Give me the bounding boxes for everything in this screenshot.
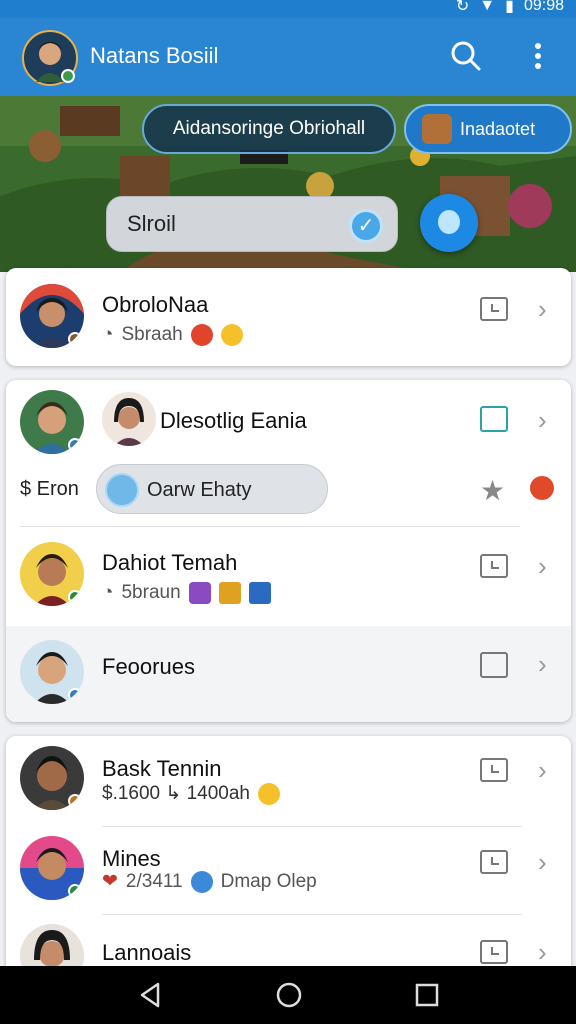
contact-name: Dahiot Temah (102, 550, 238, 575)
contact-card: ObrolоNaa ◔ Sbraah › (6, 268, 571, 366)
contact-card: Dlesotlig Eania › $ Eron Oarw Ehaty ★ Da… (6, 380, 571, 722)
profile-avatar[interactable] (22, 30, 78, 86)
shield-icon (248, 582, 271, 604)
calendar-icon[interactable] (480, 652, 508, 678)
chevron-right-icon[interactable]: › (538, 849, 554, 875)
chevron-right-icon[interactable]: › (538, 757, 554, 783)
reaction-icon[interactable] (530, 476, 554, 500)
contact-name: Feoorues (102, 654, 195, 679)
contact-subtitle-extra: Dmap Olep (220, 870, 317, 892)
chevron-right-icon[interactable]: › (538, 296, 554, 322)
game-chip-secondary-label: Inadaotet (460, 118, 536, 139)
note-icon[interactable] (480, 940, 508, 964)
avatar-secondary (102, 392, 156, 446)
action-fab-button[interactable] (420, 194, 478, 252)
contact-name: Lannoais (102, 940, 192, 965)
status-badge (68, 794, 82, 808)
search-icon[interactable] (448, 38, 484, 74)
app-title: Natans Bosiil (90, 43, 219, 68)
search-icon (105, 473, 139, 507)
divider (20, 526, 520, 527)
list-item[interactable]: Mines ❤ 2/3411 Dmap Olep › (6, 828, 571, 916)
smile-emoji-icon (220, 324, 243, 346)
game-chip-primary[interactable]: Aidansoringe Obriohall (142, 104, 396, 154)
chevron-right-icon[interactable]: › (538, 407, 554, 433)
contact-subtitle-text: 2/3411 (125, 870, 183, 892)
avatar (20, 836, 84, 900)
avatar (20, 542, 84, 606)
status-badge (68, 590, 82, 604)
note-icon[interactable] (480, 554, 508, 578)
contact-subtitle: ◔ 5brаun (102, 582, 271, 604)
recents-icon[interactable] (412, 980, 442, 1010)
banner-search-field[interactable]: Slroil ✓ (106, 196, 398, 252)
filter-pill-label: Oarw Ehaty (147, 479, 252, 501)
sync-icon: ↻ (455, 0, 470, 15)
calendar-icon[interactable] (480, 406, 508, 432)
chevron-right-icon[interactable]: › (538, 939, 554, 965)
contact-name: Bask Tennin (102, 756, 222, 781)
battery-icon: ▮ (505, 0, 514, 15)
status-icons: ↻ ▼ ▮ 09:98 (456, 0, 564, 16)
avatar (20, 284, 84, 348)
list-item[interactable]: $ Eron Oarw Ehaty ★ (6, 460, 571, 526)
divider (102, 826, 522, 827)
contact-name: Mines (102, 846, 161, 871)
contact-name: ObrolоNaa (102, 292, 209, 317)
contact-subtitle: ❤ 2/3411 Dmap Olep (102, 870, 317, 893)
game-banner: Aidansoringe Obriohall Inadaotet Slroil … (0, 96, 576, 272)
system-nav-bar (0, 966, 576, 1024)
contact-subtitle: ◔ Sbraah (102, 324, 243, 346)
contact-subtitle-text: 5brаun (121, 582, 181, 603)
angry-emoji-icon (190, 324, 213, 346)
contact-subtitle-text: $.1600 ↳ 1400ah (102, 783, 250, 804)
contact-name: Dlesotlig Eania (160, 408, 307, 433)
status-badge (68, 332, 82, 346)
gem-icon (188, 582, 211, 604)
price-label: $ Eron (20, 478, 79, 500)
activity-icon: ◔ (102, 324, 114, 345)
app-bar: Natans Bosiil (0, 18, 576, 96)
avatar (20, 640, 84, 704)
note-icon[interactable] (480, 297, 508, 321)
activity-icon: ◔ (102, 582, 114, 603)
star-icon[interactable]: ★ (480, 474, 505, 507)
check-icon[interactable]: ✓ (349, 209, 383, 243)
more-options-icon[interactable] (526, 40, 550, 72)
chevron-right-icon[interactable]: › (538, 651, 554, 677)
list-item[interactable]: Bask Tennin $.1600 ↳ 1400ah › (6, 736, 571, 826)
wifi-icon: ▼ (479, 0, 496, 14)
location-icon (190, 870, 213, 893)
banner-search-value: Slroil (127, 211, 176, 236)
status-bar: ↻ ▼ ▮ 09:98 (0, 0, 576, 18)
status-time: 09:98 (523, 0, 564, 14)
contact-card: Bask Tennin $.1600 ↳ 1400ah › Mines ❤ 2/… (6, 736, 571, 988)
heart-icon: ❤ (102, 871, 118, 892)
character-icon (422, 114, 452, 144)
contact-subtitle-text: Sbraah (121, 324, 183, 345)
filter-pill[interactable]: Oarw Ehaty (96, 464, 328, 514)
chevron-right-icon[interactable]: › (538, 553, 554, 579)
list-item[interactable]: Feoorues › (6, 626, 571, 722)
avatar (20, 746, 84, 810)
note-icon[interactable] (480, 850, 508, 874)
list-item[interactable]: ObrolоNaa ◔ Sbraah › (6, 268, 571, 366)
divider (102, 914, 522, 915)
avatar (20, 390, 84, 454)
list-item[interactable]: Dlesotlig Eania › (6, 380, 571, 460)
status-badge (68, 438, 82, 452)
status-badge (68, 884, 82, 898)
back-icon[interactable] (136, 980, 166, 1010)
note-icon[interactable] (480, 758, 508, 782)
status-badge (68, 688, 82, 702)
contact-subtitle: $.1600 ↳ 1400ah (102, 782, 280, 805)
game-chip-secondary[interactable]: Inadaotet (404, 104, 572, 154)
list-item[interactable]: Dahiot Temah ◔ 5brаun › (6, 528, 571, 626)
gift-icon (218, 582, 241, 604)
home-icon[interactable] (274, 980, 304, 1010)
love-emoji-icon (258, 782, 280, 805)
